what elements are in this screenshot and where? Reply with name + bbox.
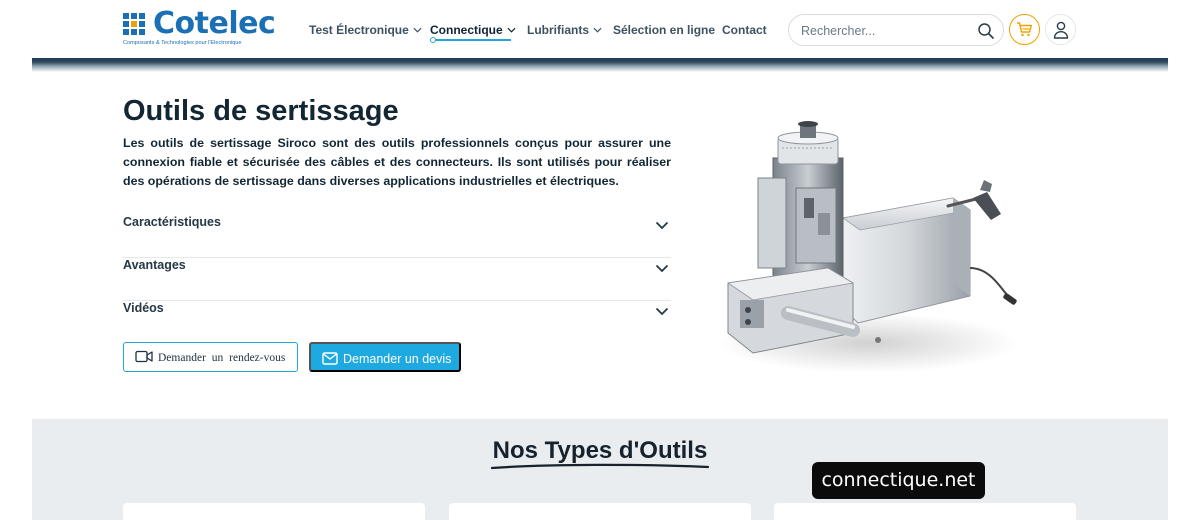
accordion-caracteristiques[interactable]: Caractéristiques	[123, 215, 671, 258]
chevron-down-icon	[655, 264, 669, 273]
chevron-down-icon	[655, 307, 669, 316]
crimping-machine-image	[718, 121, 1018, 373]
search-icon[interactable]	[977, 22, 995, 40]
page-title: Outils de sertissage	[123, 95, 399, 127]
nav-item-connectique[interactable]: Connectique	[430, 22, 516, 38]
accordion-label: Caractéristiques	[123, 215, 221, 229]
accordion-label: Vidéos	[123, 301, 164, 315]
cart-button[interactable]	[1009, 14, 1040, 45]
nav-item-selection-en-ligne[interactable]: Sélection en ligne	[613, 22, 715, 38]
active-nav-dot	[430, 37, 436, 43]
tool-type-card[interactable]	[123, 503, 425, 520]
quote-button-label: Demander un devis	[343, 352, 452, 366]
logo-tagline: Composants & Technologies pour l'Electro…	[123, 40, 242, 46]
tool-type-card[interactable]	[774, 503, 1076, 520]
site-logo[interactable]: Cotelec Composants & Technologies pour l…	[123, 6, 283, 49]
header-divider	[32, 58, 1168, 72]
chevron-down-icon	[413, 27, 422, 33]
logo-grid-icon	[123, 13, 149, 35]
tool-types-section: Nos Types d'Outils	[32, 419, 1168, 520]
title-underline	[490, 463, 710, 470]
accordion-videos[interactable]: Vidéos	[123, 301, 671, 344]
video-camera-icon	[135, 350, 153, 363]
watermark-badge: connectique.net	[812, 462, 985, 499]
search-bar	[788, 14, 1004, 46]
chevron-down-icon	[507, 27, 516, 33]
user-icon	[1053, 21, 1069, 39]
accordion-label: Avantages	[123, 258, 186, 272]
nav-item-contact[interactable]: Contact	[722, 22, 767, 38]
logo-wordmark: Cotelec	[153, 6, 276, 41]
appointment-button[interactable]: Demander un rendez-vous	[123, 342, 298, 372]
chevron-down-icon	[655, 221, 669, 230]
cart-icon	[1017, 22, 1032, 37]
quote-button[interactable]: Demander un devis	[309, 342, 461, 372]
accordion-avantages[interactable]: Avantages	[123, 258, 671, 301]
chevron-down-icon	[593, 27, 602, 33]
nav-item-lubrifiants[interactable]: Lubrifiants	[527, 22, 602, 38]
search-input[interactable]	[801, 22, 971, 40]
active-nav-indicator	[430, 39, 511, 41]
page-description: Les outils de sertissage Siroco sont des…	[123, 136, 671, 188]
tool-type-card[interactable]	[449, 503, 751, 520]
nav-item-test-electronique[interactable]: Test Électronique	[309, 22, 422, 38]
account-button[interactable]	[1045, 14, 1076, 45]
appointment-button-label: Demander un rendez-vous	[158, 352, 286, 364]
envelope-icon	[322, 352, 338, 365]
